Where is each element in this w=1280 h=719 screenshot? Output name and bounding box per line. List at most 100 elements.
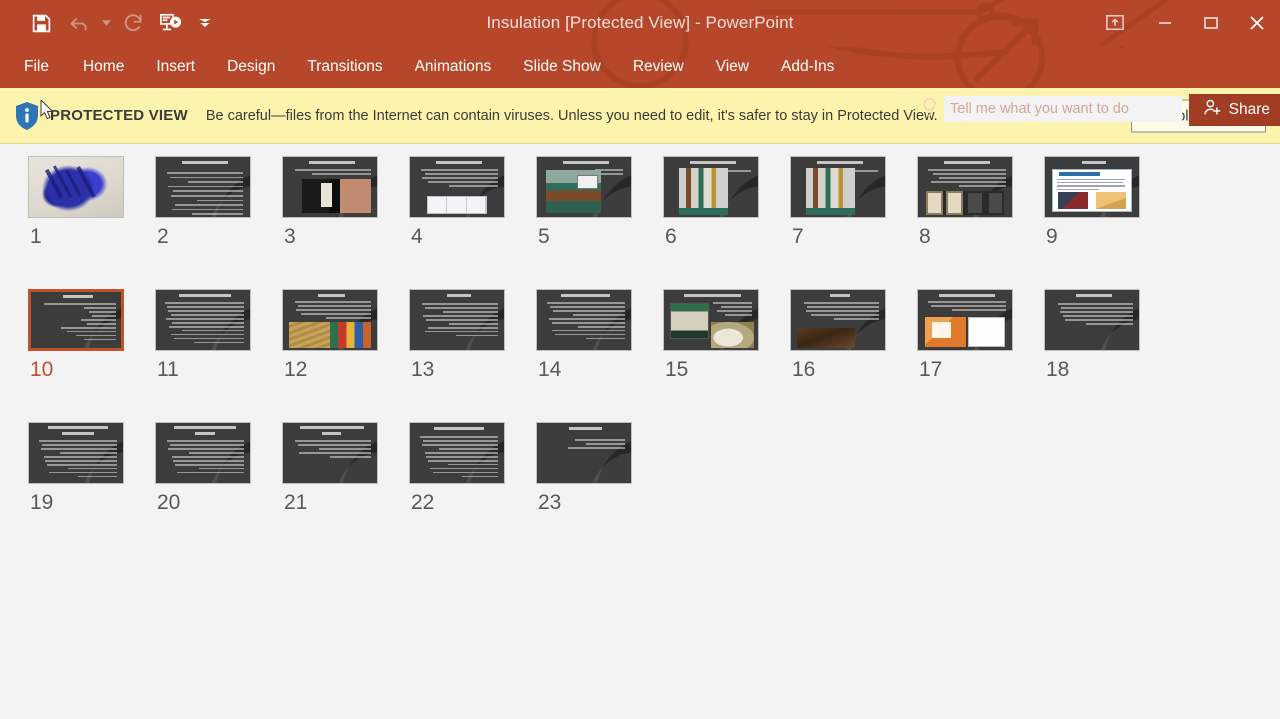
thumbnail-frame[interactable] <box>790 156 886 218</box>
undo-button[interactable] <box>60 6 98 40</box>
tell-me-input[interactable] <box>944 96 1182 122</box>
slide-thumbnail-6[interactable]: 6 <box>663 156 790 289</box>
thumbnail-frame[interactable] <box>790 289 886 351</box>
save-button[interactable] <box>22 6 60 40</box>
restore-button[interactable] <box>1188 0 1234 46</box>
info-shield-icon <box>10 101 44 131</box>
slide-thumbnail-23[interactable]: 23 <box>536 422 663 555</box>
slide-thumbnail-16[interactable]: 16 <box>790 289 917 422</box>
thumbnail-frame[interactable] <box>155 289 251 351</box>
tab-animations[interactable]: Animations <box>399 46 508 88</box>
slide-preview <box>409 422 505 484</box>
slide-preview <box>409 156 505 218</box>
protected-view-label: PROTECTED VIEW <box>50 107 188 124</box>
thumbnail-frame[interactable] <box>28 422 124 484</box>
thumbnail-frame[interactable] <box>536 289 632 351</box>
slide-preview <box>663 289 759 351</box>
thumbnail-frame[interactable] <box>282 156 378 218</box>
thumbnail-frame[interactable] <box>409 156 505 218</box>
slide-preview <box>155 422 251 484</box>
slide-image-sound-diagram <box>301 178 372 214</box>
thumbnail-frame[interactable] <box>917 289 1013 351</box>
slide-thumbnail-2[interactable]: 2 <box>155 156 282 289</box>
tab-view[interactable]: View <box>700 46 765 88</box>
slide-number: 17 <box>919 358 943 381</box>
undo-dropdown-icon[interactable] <box>98 6 114 40</box>
tab-file[interactable]: File <box>22 46 67 88</box>
slide-thumbnail-1[interactable]: 1 <box>28 156 155 289</box>
slide-number: 4 <box>411 225 423 248</box>
mouse-cursor <box>40 98 55 126</box>
thumbnail-frame[interactable] <box>282 289 378 351</box>
thumbnail-frame[interactable] <box>155 422 251 484</box>
share-label: Share <box>1228 101 1270 118</box>
slide-number: 15 <box>665 358 689 381</box>
slide-preview <box>282 289 378 351</box>
slide-thumbnail-19[interactable]: 19 <box>28 422 155 555</box>
thumbnail-frame[interactable] <box>155 156 251 218</box>
thumbnail-frame[interactable] <box>536 156 632 218</box>
tab-design[interactable]: Design <box>211 46 291 88</box>
thumbnail-frame[interactable] <box>917 156 1013 218</box>
thumbnail-frame[interactable] <box>1044 289 1140 351</box>
redo-button[interactable] <box>114 6 152 40</box>
slide-thumbnail-14[interactable]: 14 <box>536 289 663 422</box>
slide-thumbnail-18[interactable]: 18 <box>1044 289 1171 422</box>
customize-quick-access-toolbar-button[interactable] <box>190 6 220 40</box>
slide-thumbnail-3[interactable]: 3 <box>282 156 409 289</box>
thumbnail-frame[interactable] <box>663 156 759 218</box>
slide-preview <box>790 289 886 351</box>
slide-preview <box>917 156 1013 218</box>
thumbnail-frame[interactable] <box>409 289 505 351</box>
slide-number: 11 <box>157 358 179 381</box>
slide-thumbnail-21[interactable]: 21 <box>282 422 409 555</box>
close-button[interactable] <box>1234 0 1280 46</box>
slide-thumbnail-7[interactable]: 7 <box>790 156 917 289</box>
ribbon-display-options-button[interactable] <box>1088 0 1142 46</box>
tab-review[interactable]: Review <box>617 46 700 88</box>
thumbnail-frame[interactable] <box>28 289 124 351</box>
slide-image-wall-section <box>806 167 855 215</box>
tell-me-container <box>921 96 1182 122</box>
tab-slide-show[interactable]: Slide Show <box>507 46 617 88</box>
slide-thumbnail-22[interactable]: 22 <box>409 422 536 555</box>
share-button[interactable]: Share <box>1188 94 1280 126</box>
slide-thumbnail-12[interactable]: 12 <box>282 289 409 422</box>
slide-thumbnail-17[interactable]: 17 <box>917 289 1044 422</box>
tab-insert[interactable]: Insert <box>140 46 211 88</box>
slide-image-document-page <box>1051 169 1133 213</box>
slide-number: 21 <box>284 491 308 514</box>
thumbnail-frame[interactable] <box>28 156 124 218</box>
slide-image-diagram-strip <box>426 196 488 214</box>
slide-number: 6 <box>665 225 677 248</box>
slide-image-white-panel <box>967 317 1006 347</box>
slide-thumbnail-5[interactable]: 5 <box>536 156 663 289</box>
slide-number: 7 <box>792 225 804 248</box>
slide-thumbnail-10[interactable]: 10 <box>28 289 155 422</box>
slide-thumbnail-13[interactable]: 13 <box>409 289 536 422</box>
thumbnail-frame[interactable] <box>1044 156 1140 218</box>
slide-thumbnail-9[interactable]: 9 <box>1044 156 1171 289</box>
slide-preview <box>536 289 632 351</box>
slide-image-rockwool <box>711 322 755 348</box>
thumbnail-frame[interactable] <box>663 289 759 351</box>
thumbnail-frame[interactable] <box>409 422 505 484</box>
minimize-button[interactable] <box>1142 0 1188 46</box>
start-slideshow-button[interactable] <box>152 6 190 40</box>
slide-thumbnail-4[interactable]: 4 <box>409 156 536 289</box>
window-controls <box>1088 0 1280 46</box>
slide-preview <box>282 156 378 218</box>
slide-preview <box>28 156 124 218</box>
slide-image-windows-photo <box>925 190 1005 215</box>
slide-thumbnail-11[interactable]: 11 <box>155 289 282 422</box>
slide-image-wall-section <box>679 167 728 215</box>
tab-transitions[interactable]: Transitions <box>291 46 398 88</box>
slide-preview <box>282 422 378 484</box>
slide-thumbnail-8[interactable]: 8 <box>917 156 1044 289</box>
tab-add-ins[interactable]: Add-Ins <box>765 46 850 88</box>
slide-thumbnail-20[interactable]: 20 <box>155 422 282 555</box>
thumbnail-frame[interactable] <box>282 422 378 484</box>
thumbnail-frame[interactable] <box>536 422 632 484</box>
slide-thumbnail-15[interactable]: 15 <box>663 289 790 422</box>
tab-home[interactable]: Home <box>67 46 140 88</box>
